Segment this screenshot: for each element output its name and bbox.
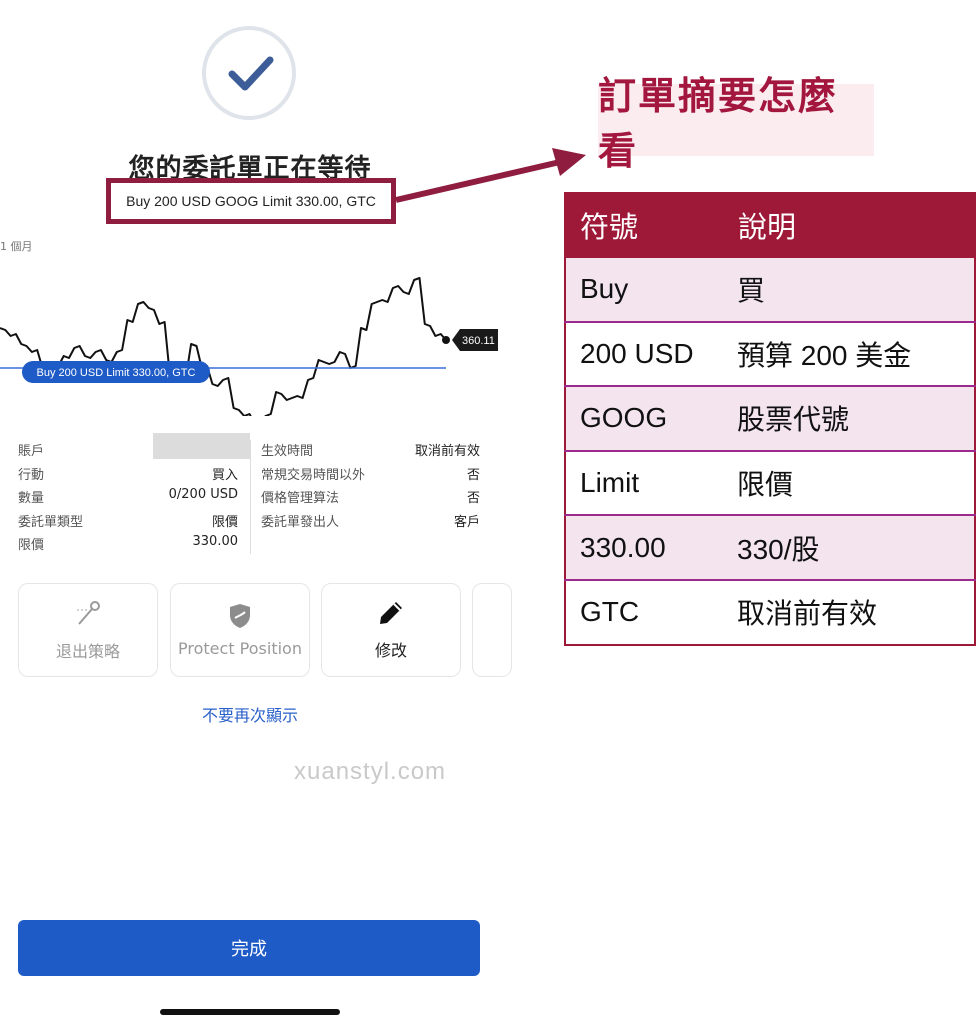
legend-row: 330.00 330/股 [564,514,976,581]
detail-label: 委託單類型 [18,515,84,530]
done-button[interactable]: 完成 [18,920,480,976]
detail-value: 客戶 [453,515,480,530]
legend-description: 買 [723,256,976,323]
action-label: Protect Position [178,638,302,658]
modify-order-button[interactable]: 修改 [321,583,461,677]
legend-symbol: 200 USD [564,320,723,388]
price-series-line [0,277,447,416]
order-summary-legend-table: 符號 說明 Buy 買 200 USD 預算 200 美金 GOOG 股票代號 … [564,192,976,646]
detail-row-action: 行動 買入 [18,464,238,486]
price-chart: Buy 200 USD Limit 330.00, GTC 360.11 [0,277,498,416]
detail-row-originator: 委託單發出人 客戶 [261,511,480,533]
shield-icon [230,603,250,628]
detail-row-account: 賬戶 [18,440,238,462]
home-indicator [160,1009,340,1015]
legend-description: 股票代號 [723,385,976,452]
detail-value: 買入 [211,468,238,483]
legend-description: 取消前有效 [723,578,976,646]
legend-row: Buy 買 [564,256,976,323]
details-divider [250,440,251,554]
detail-row-time-in-force: 生效時間 取消前有效 [261,440,480,462]
legend-description: 預算 200 美金 [723,320,976,388]
exit-strategy-button[interactable]: 退出策略 [18,583,158,677]
legend-row: GTC 取消前有效 [564,578,976,646]
legend-row: Limit 限價 [564,449,976,517]
detail-value: 0/200 USD [168,487,238,502]
detail-row-quantity: 數量 0/200 USD [18,487,238,509]
legend-header-description: 說明 [722,192,976,258]
action-label: 修改 [374,641,407,660]
legend-symbol: 330.00 [564,514,723,581]
detail-row-algo: 價格管理算法 否 [261,487,480,509]
legend-header-row: 符號 說明 [564,192,976,258]
detail-value: 否 [466,491,480,506]
detail-label: 價格管理算法 [261,491,340,506]
pencil-icon [380,602,402,624]
legend-row: 200 USD 預算 200 美金 [564,320,976,388]
legend-header-symbol: 符號 [564,192,724,258]
detail-row-order-type: 委託單類型 限價 [18,511,238,533]
legend-symbol: Buy [564,256,723,323]
price-series-path [0,277,447,416]
legend-description: 330/股 [723,514,976,581]
detail-label: 常規交易時間以外 [261,468,366,483]
detail-value: 取消前有效 [414,444,480,459]
more-actions-card[interactable] [472,583,512,677]
detail-value: 限價 [211,515,238,530]
detail-label: 數量 [18,491,45,506]
legend-symbol: Limit [564,449,723,517]
limit-line-badge: Buy 200 USD Limit 330.00, GTC [22,361,210,383]
legend-row: GOOG 股票代號 [564,385,976,452]
detail-row-limit-price: 限價 330.00 [18,534,238,556]
action-label: 退出策略 [55,642,120,661]
protect-position-button[interactable]: Protect Position [170,583,310,677]
detail-value: 330.00 [192,534,239,549]
legend-description: 限價 [723,449,976,517]
dont-show-again-link[interactable]: 不要再次顯示 [0,702,500,726]
last-price-label: 360.11 [462,335,495,347]
detail-label: 賬戶 [18,444,45,459]
exit-strategy-icon [77,601,100,625]
callout-title: 訂單摘要怎麼看 [598,73,874,173]
watermark: xuanstyl.com [294,758,447,785]
detail-label: 委託單發出人 [261,515,340,530]
legend-symbol: GOOG [564,385,723,452]
detail-label: 生效時間 [261,444,314,459]
legend-symbol: GTC [564,578,723,646]
limit-line-label: Buy 200 USD Limit 330.00, GTC [37,367,196,379]
detail-row-outside-rth: 常規交易時間以外 否 [261,464,480,486]
detail-label: 行動 [18,468,45,483]
detail-value: 否 [466,468,480,483]
last-price-badge: 360.11 [442,329,498,351]
detail-label: 限價 [18,538,45,553]
